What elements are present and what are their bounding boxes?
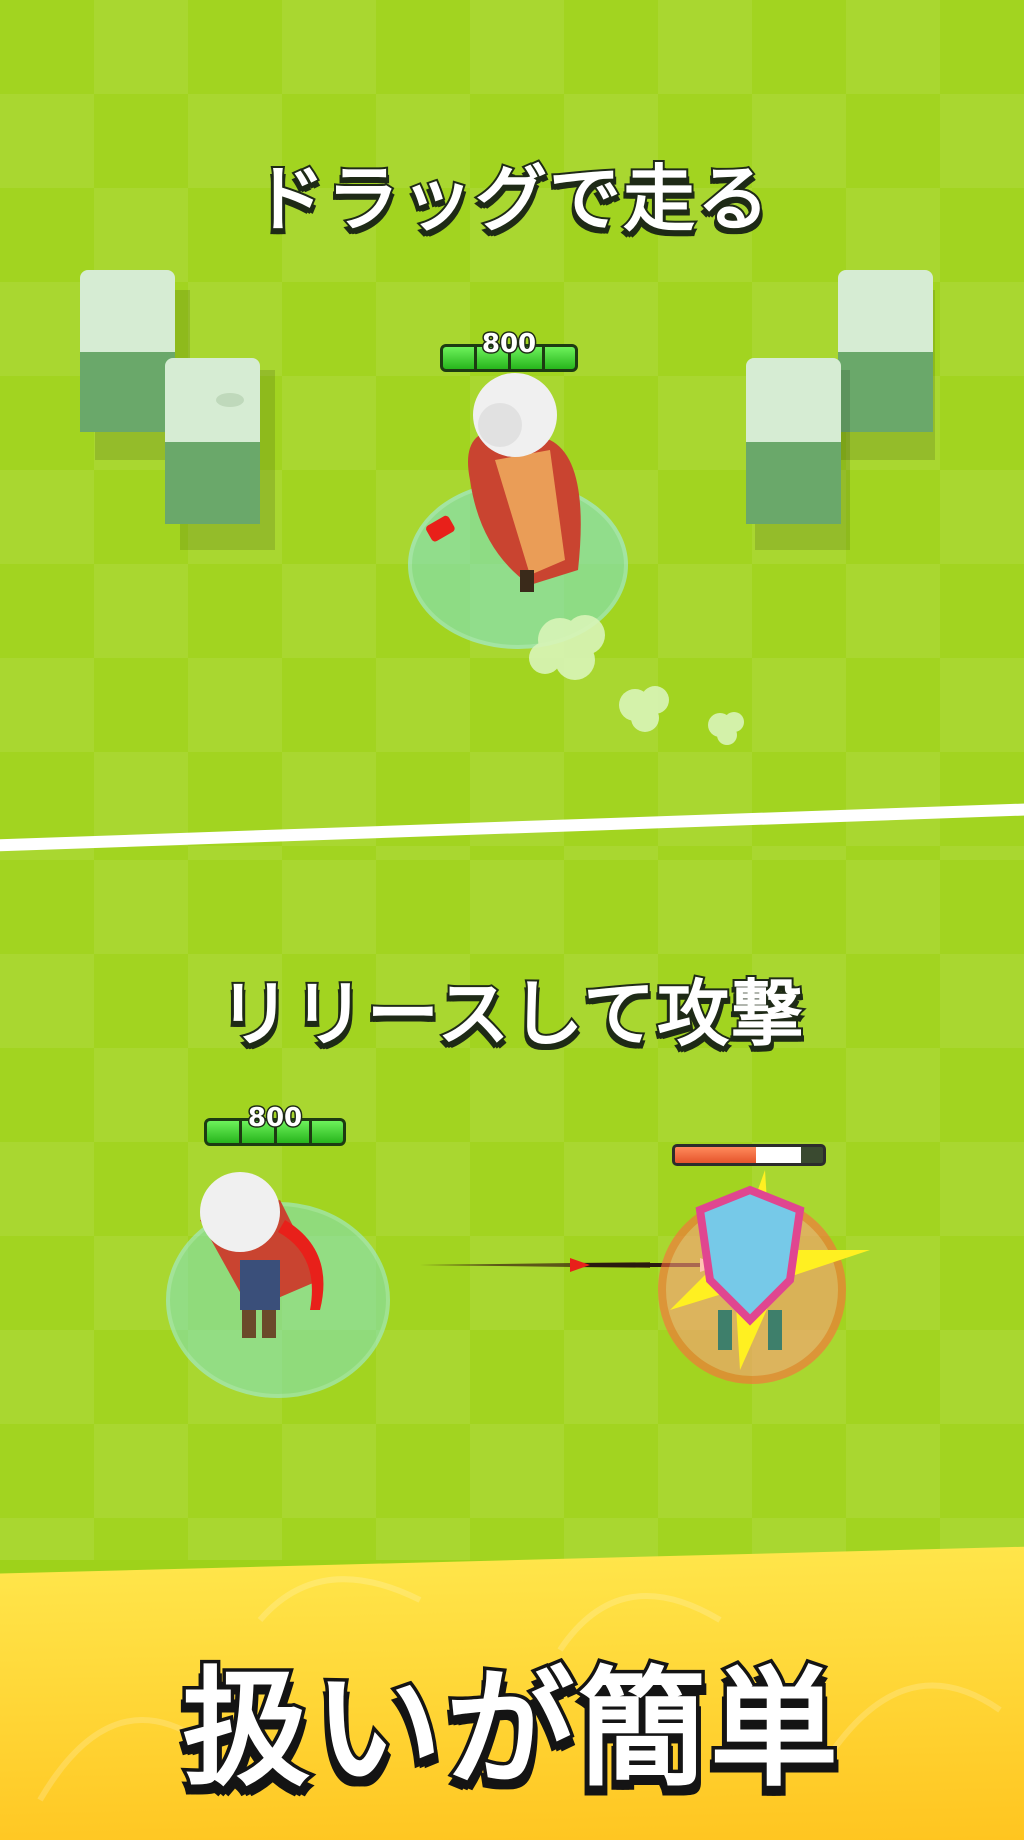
easy-to-play-caption: 扱いが簡単 (178, 1652, 842, 1808)
enemy-hp-bar (672, 1144, 826, 1166)
player-hp-bar: 800 (204, 1102, 346, 1146)
enemy-hp-fill (675, 1147, 757, 1163)
enemy-hp-damage (756, 1147, 801, 1163)
archer-player-shooting (166, 1172, 390, 1398)
stone-blocks-right (746, 270, 935, 550)
dust-puffs (529, 615, 744, 745)
player-hp-bar: 800 (440, 328, 578, 372)
bottom-banner: 扱いが簡単 (0, 1540, 1024, 1840)
player-hp-value: 800 (246, 1102, 303, 1135)
top-scene-panel: ドラッグで走る 800 (0, 0, 1024, 860)
drag-to-run-caption: ドラッグで走る (251, 155, 771, 243)
stone-blocks-left (80, 270, 275, 550)
enemy-monster-hit (658, 1170, 870, 1384)
release-to-attack-caption: リリースして攻撃 (217, 970, 806, 1058)
player-hp-value: 800 (480, 328, 537, 361)
